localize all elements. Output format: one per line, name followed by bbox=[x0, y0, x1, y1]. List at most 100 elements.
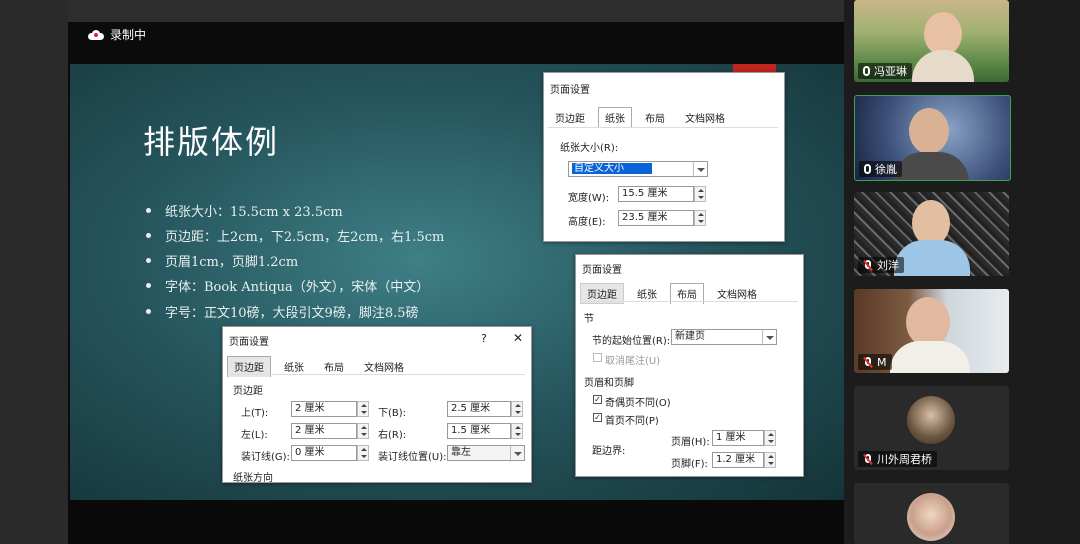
participant-video[interactable]: 冯亚琳 bbox=[854, 0, 1009, 82]
mic-muted-icon bbox=[863, 357, 873, 367]
participant-video[interactable]: 刘洋 bbox=[854, 192, 1009, 276]
chevron-down-icon[interactable] bbox=[762, 330, 776, 346]
dialog-title: 页面设置 bbox=[582, 265, 622, 276]
participant-name-tag: 川外周君桥 bbox=[858, 451, 937, 467]
section-label: 节 bbox=[584, 314, 594, 325]
participant-name-tag: 冯亚琳 bbox=[858, 63, 912, 79]
width-field[interactable]: 15.5 厘米 bbox=[618, 186, 694, 202]
height-field[interactable]: 23.5 厘米 bbox=[618, 210, 694, 226]
bottom-margin-field[interactable]: 2.5 厘米 bbox=[447, 401, 511, 417]
close-button[interactable]: ✕ bbox=[513, 331, 523, 345]
participant-tile[interactable]: 川外周君桥 bbox=[854, 386, 1009, 470]
margins-section-label: 页边距 bbox=[233, 386, 263, 397]
tab-margins[interactable]: 页边距 bbox=[548, 107, 592, 128]
participant-avatar bbox=[907, 493, 955, 541]
gutter-position-label: 装订线位置(U): bbox=[378, 452, 447, 463]
participant-name-tag: M bbox=[858, 354, 892, 370]
bullet-item: 页眉1cm，页脚1.2cm bbox=[146, 251, 298, 270]
suppress-endnotes-label: 取消尾注(U) bbox=[605, 356, 661, 367]
bullet-dot bbox=[146, 258, 151, 263]
recording-indicator[interactable]: 录制中 bbox=[88, 26, 146, 43]
bullet-item: 纸张大小：15.5cm x 23.5cm bbox=[146, 201, 343, 220]
bottom-margin-spinner[interactable] bbox=[511, 401, 523, 417]
recording-label: 录制中 bbox=[110, 28, 147, 42]
left-margin-field[interactable]: 2 厘米 bbox=[291, 423, 357, 439]
suppress-endnotes-checkbox[interactable] bbox=[593, 353, 602, 362]
cloud-record-icon bbox=[88, 29, 104, 40]
header-distance-label: 页眉(H): bbox=[671, 437, 710, 448]
participant-name: 刘洋 bbox=[877, 259, 899, 272]
header-distance-spinner[interactable] bbox=[764, 430, 776, 446]
tab-layout[interactable]: 布局 bbox=[638, 107, 672, 128]
bullet-item: 字体：Book Antiqua（外文），宋体（中文） bbox=[146, 276, 429, 295]
mic-muted-icon bbox=[863, 260, 873, 270]
bullet-dot bbox=[146, 309, 151, 314]
chevron-down-icon[interactable] bbox=[510, 446, 524, 462]
paper-size-select[interactable]: 自定义大小 bbox=[568, 161, 708, 178]
bullet-dot bbox=[146, 233, 151, 238]
mic-muted-icon bbox=[863, 454, 873, 464]
participant-video[interactable]: M bbox=[854, 289, 1009, 373]
gutter-field[interactable]: 0 厘米 bbox=[291, 445, 357, 461]
gutter-spinner[interactable] bbox=[357, 445, 369, 461]
height-label: 高度(E): bbox=[568, 217, 606, 228]
dialog-title: 页面设置 bbox=[229, 337, 269, 348]
participant-body bbox=[912, 50, 974, 82]
odd-even-label: 奇偶页不同(O) bbox=[605, 398, 671, 409]
left-margin-label: 左(L): bbox=[241, 430, 268, 441]
participant-body bbox=[893, 152, 969, 180]
participant-tile[interactable] bbox=[854, 483, 1009, 544]
participant-name-tag: 徐胤 bbox=[859, 161, 902, 177]
participant-name-tag: 刘洋 bbox=[858, 257, 904, 273]
left-strip bbox=[0, 0, 68, 544]
first-page-label: 首页不同(P) bbox=[605, 416, 659, 427]
screen-top-bar bbox=[68, 0, 844, 22]
right-margin-field[interactable]: 1.5 厘米 bbox=[447, 423, 511, 439]
help-button[interactable]: ? bbox=[481, 332, 487, 345]
mic-icon bbox=[863, 66, 870, 76]
section-start-value: 新建页 bbox=[675, 331, 705, 342]
gutter-position-value: 靠左 bbox=[451, 447, 471, 458]
header-distance-field[interactable]: 1 厘米 bbox=[712, 430, 764, 446]
tab-paper[interactable]: 纸张 bbox=[598, 107, 632, 128]
bullet-item: 字号：正文10磅，大段引文9磅，脚注8.5磅 bbox=[146, 302, 419, 321]
bullet-text: 纸张大小：15.5cm x 23.5cm bbox=[165, 205, 343, 220]
paper-size-value: 自定义大小 bbox=[572, 163, 652, 174]
section-start-label: 节的起始位置(R): bbox=[592, 336, 671, 347]
participant-face bbox=[906, 297, 950, 347]
section-start-select[interactable]: 新建页 bbox=[671, 329, 777, 346]
right-margin-spinner[interactable] bbox=[511, 423, 523, 439]
width-spinner[interactable] bbox=[694, 186, 706, 202]
participant-video-active[interactable]: 徐胤 bbox=[854, 95, 1011, 181]
bullet-text: 页眉1cm，页脚1.2cm bbox=[165, 255, 299, 270]
page-setup-margins-dialog: 页面设置 ? ✕ 页边距 纸张 布局 文档网格 页边距 上(T): 2 厘米 下… bbox=[222, 326, 532, 483]
page-setup-paper-dialog: 页面设置 页边距 纸张 布局 文档网格 纸张大小(R): 自定义大小 宽度(W)… bbox=[543, 72, 785, 242]
top-margin-label: 上(T): bbox=[241, 408, 269, 419]
gutter-label: 装订线(G): bbox=[241, 452, 290, 463]
height-spinner[interactable] bbox=[694, 210, 706, 226]
footer-distance-spinner[interactable] bbox=[764, 452, 776, 468]
participant-name: M bbox=[877, 355, 887, 369]
slide-title: 排版体例 bbox=[143, 123, 280, 161]
bottom-margin-label: 下(B): bbox=[378, 408, 407, 419]
top-margin-field[interactable]: 2 厘米 bbox=[291, 401, 357, 417]
participant-name: 川外周君桥 bbox=[877, 453, 932, 466]
paper-size-label: 纸张大小(R): bbox=[560, 143, 619, 154]
chevron-down-icon[interactable] bbox=[693, 162, 707, 178]
tab-divider bbox=[227, 374, 525, 375]
participant-avatar bbox=[907, 396, 955, 444]
footer-distance-field[interactable]: 1.2 厘米 bbox=[712, 452, 764, 468]
bullet-dot bbox=[146, 283, 151, 288]
top-margin-spinner[interactable] bbox=[357, 401, 369, 417]
participant-body bbox=[894, 240, 970, 276]
first-page-checkbox[interactable]: ✓ bbox=[593, 413, 602, 422]
left-margin-spinner[interactable] bbox=[357, 423, 369, 439]
dialog-title: 页面设置 bbox=[550, 85, 590, 96]
bullet-text: 页边距：上2cm，下2.5cm，左2cm，右1.5cm bbox=[165, 230, 445, 245]
tab-doc-grid[interactable]: 文档网格 bbox=[678, 107, 732, 128]
participant-body bbox=[890, 341, 970, 373]
participant-face bbox=[909, 108, 949, 154]
footer-distance-label: 页脚(F): bbox=[671, 459, 708, 470]
gutter-position-select[interactable]: 靠左 bbox=[447, 445, 525, 462]
odd-even-checkbox[interactable]: ✓ bbox=[593, 395, 602, 404]
